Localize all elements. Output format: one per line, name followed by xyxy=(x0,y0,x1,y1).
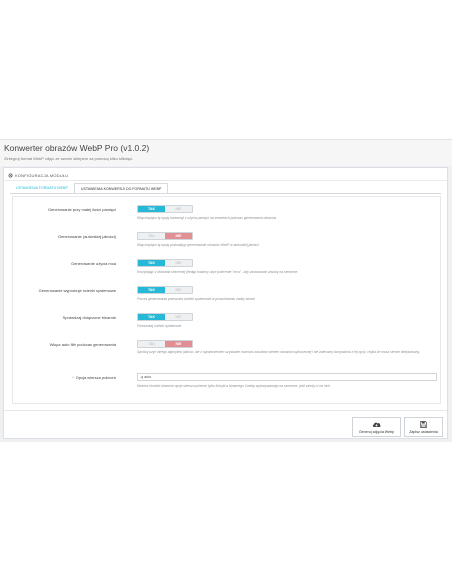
row-label: Generowanie wyprobuje ścieżki systemowe xyxy=(38,288,116,293)
module-config-panel: KONFIGURACJA MODUŁU USTAWIENIA FORMATU W… xyxy=(3,167,448,439)
bundled-binaries-switch[interactable]: TAK NIE xyxy=(137,313,193,321)
gear-icon xyxy=(8,172,13,178)
page-subtitle: Zintegruj format WebP zdjęć ze swoim skl… xyxy=(4,156,134,161)
generate-webp-label: Generuj zdjęcia Webp xyxy=(358,429,395,434)
command-line-label-text: Opcja wiersza poleceń xyxy=(75,375,116,380)
row-help: Przeszukaj ścieżki systemowe xyxy=(137,324,182,328)
row-help: Włącz/wyłącz tę opcję pozwalając generow… xyxy=(137,243,260,247)
mca-switch[interactable]: TAK NIE xyxy=(137,259,193,267)
switch-no[interactable]: NIE xyxy=(165,206,192,212)
row-help: Korzystając z dobrania sekcemej (tiedęp … xyxy=(137,270,299,274)
divider xyxy=(10,193,441,194)
switch-no[interactable]: NIE xyxy=(165,260,192,266)
save-settings-button[interactable]: Zapisz ustawienia xyxy=(404,417,443,437)
switch-yes[interactable]: TAK xyxy=(138,206,165,212)
settings-form: Generowanie przy małej ilości pamięci TA… xyxy=(12,196,441,404)
row-label: Generowanie (autorskiej jakości) xyxy=(57,234,116,239)
switch-no[interactable]: NIE xyxy=(165,314,192,320)
floppy-disk-icon xyxy=(420,420,427,428)
row-help: Proces generowania przeszuka ścieżki sys… xyxy=(137,297,256,301)
auto-filter-switch[interactable]: TAK NIE xyxy=(137,340,193,348)
row-label: Sprawdzaj dołączone binarnie xyxy=(62,315,116,320)
switch-yes[interactable]: TAK xyxy=(138,233,165,239)
low-memory-switch[interactable]: TAK NIE xyxy=(137,205,193,213)
row-label: Generowanie użycia mca xyxy=(71,261,116,266)
row-help: Spróbuj użyć innego algorytmu jakości, a… xyxy=(137,350,420,354)
row-label: Włącz auto filtr podczas generowania xyxy=(49,342,116,347)
custom-quality-switch[interactable]: TAK NIE xyxy=(137,232,193,240)
switch-no[interactable]: NIE xyxy=(165,341,192,347)
switch-no[interactable]: NIE xyxy=(165,233,192,239)
panel-heading-text: KONFIGURACJA MODUŁU xyxy=(15,172,69,178)
cloud-download-icon xyxy=(372,422,381,427)
command-line-input[interactable] xyxy=(137,373,437,381)
required-marker: * xyxy=(72,375,74,380)
save-settings-label: Zapisz ustawienia xyxy=(409,429,438,434)
command-line-label: * Opcja wiersza poleceń xyxy=(72,375,116,380)
switch-yes[interactable]: TAK xyxy=(138,314,165,320)
switch-yes[interactable]: TAK xyxy=(138,341,165,347)
row-help: Możesz określić dowolne opcje wiersza po… xyxy=(137,384,331,388)
row-label: Generowanie przy małej ilości pamięci xyxy=(47,207,116,212)
switch-yes[interactable]: TAK xyxy=(138,260,165,266)
generate-webp-button[interactable]: Generuj zdjęcia Webp xyxy=(352,417,401,437)
divider xyxy=(4,410,447,411)
row-help: Włącz/wyłącz tę opcję konwersji z użycia… xyxy=(137,216,277,220)
switch-no[interactable]: NIE xyxy=(165,287,192,293)
page-title: Konwerter obrazów WebP Pro (v1.0.2) xyxy=(4,143,150,153)
panel-heading: KONFIGURACJA MODUŁU xyxy=(8,171,68,179)
system-paths-switch[interactable]: TAK NIE xyxy=(137,286,193,294)
switch-yes[interactable]: TAK xyxy=(138,287,165,293)
divider xyxy=(4,180,447,181)
